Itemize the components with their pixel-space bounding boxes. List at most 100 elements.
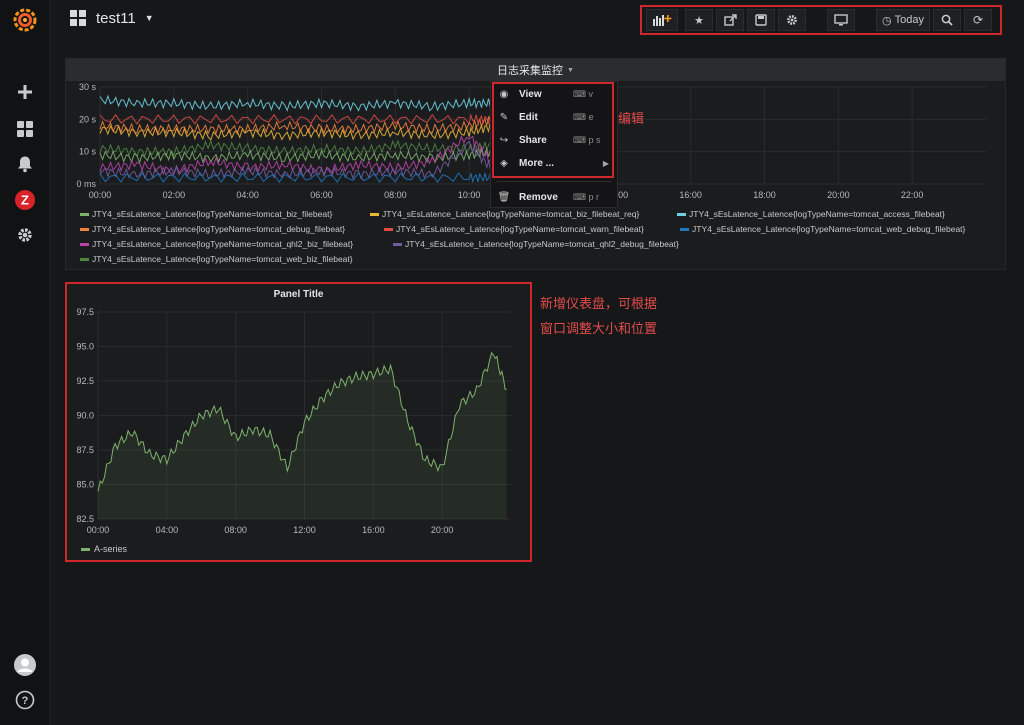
legend-item[interactable]: JTY4_sEsLatence_Latence{logTypeName=tomc…: [370, 209, 639, 219]
y-tick-label: 87.5: [76, 445, 94, 455]
caret-down-icon: ▼: [144, 13, 154, 23]
alerting-bell-icon[interactable]: [0, 152, 49, 176]
time-picker-button[interactable]: ◷ Today: [876, 9, 930, 31]
y-tick-label: 30 s: [79, 82, 97, 92]
legend-swatch: [80, 212, 89, 216]
time-range-label: Today: [894, 14, 924, 26]
y-tick-label: 95.0: [76, 342, 94, 352]
user-avatar-icon[interactable]: [0, 652, 49, 678]
add-panel-button[interactable]: [646, 9, 678, 31]
shortcut-keys: ⌨ p s: [573, 134, 601, 145]
legend-label: JTY4_sEsLatence_Latence{logTypeName=tomc…: [92, 254, 353, 264]
legend-swatch: [677, 212, 686, 216]
y-tick-label: 10 s: [79, 147, 97, 157]
gear-icon[interactable]: [0, 223, 49, 247]
new-panel: Panel Title 82.5 85.0 87.5 90.0 92.5 95.0 97.5…: [65, 282, 532, 562]
add-panel-icon: [653, 15, 672, 26]
top-navbar: test11 ▼ ★ ◷ Today ⟳: [49, 0, 1024, 40]
chevron-right-icon: ▶: [602, 158, 609, 168]
legend-swatch: [370, 212, 379, 216]
legend-item[interactable]: JTY4_sEsLatence_Latence{logTypeName=tomc…: [680, 224, 965, 234]
legend-swatch: [384, 227, 393, 231]
x-tick-label: 06:00: [310, 190, 333, 200]
x-tick-label: 04:00: [236, 190, 259, 200]
star-button[interactable]: ★: [685, 9, 713, 31]
zoom-out-button[interactable]: [932, 9, 961, 31]
x-tick-label: 22:00: [901, 190, 924, 200]
new-panel-annotation-line2: 窗口调整大小和位置: [540, 321, 658, 336]
eye-icon: ◉: [499, 88, 509, 100]
legend-swatch: [80, 227, 89, 231]
panel-context-menu: ◉ View ⌨ v ✎ Edit ⌨ e ↪ Share ⌨ p s ◈ Mo…: [490, 81, 618, 208]
x-tick-label: 16:00: [679, 190, 702, 200]
legend-label: A-series: [94, 544, 128, 554]
monitor-icon: [834, 14, 848, 26]
share-icon: [723, 14, 737, 26]
zabbix-icon[interactable]: Z: [0, 188, 49, 212]
menu-item-share[interactable]: ↪ Share ⌨ p s: [497, 131, 611, 149]
help-icon[interactable]: ?: [0, 688, 49, 712]
shortcut-keys: ⌨ p r: [573, 191, 600, 202]
share-button[interactable]: [716, 9, 744, 31]
y-tick-label: 0 ms: [76, 179, 96, 189]
menu-item-remove[interactable]: 🗑 Remove ⌨ p r: [497, 188, 611, 206]
y-tick-label: 85.0: [76, 480, 94, 490]
dashboards-icon[interactable]: [0, 117, 49, 141]
save-button[interactable]: [747, 9, 775, 31]
legend-label: JTY4_sEsLatence_Latence{logTypeName=tomc…: [382, 209, 640, 219]
x-tick-label: 12:00: [293, 525, 316, 535]
series-line: [99, 139, 495, 158]
legend-item[interactable]: JTY4_sEsLatence_Latence{logTypeName=tomc…: [80, 209, 332, 219]
shortcut-keys: ⌨ e: [573, 111, 594, 122]
x-tick-label: 02:00: [163, 190, 186, 200]
legend-item[interactable]: A-series: [81, 544, 127, 554]
legend-label: JTY4_sEsLatence_Latence{logTypeName=tomc…: [405, 239, 679, 249]
zabbix-letter: Z: [21, 193, 29, 208]
legend-item[interactable]: JTY4_sEsLatence_Latence{logTypeName=tomc…: [80, 254, 353, 264]
y-tick-label: 90.0: [76, 411, 94, 421]
plus-icon[interactable]: [0, 80, 49, 104]
panel-title: 日志采集监控: [497, 65, 564, 77]
menu-item-more[interactable]: ◈ More ... ▶: [497, 154, 611, 172]
dashboard-picker[interactable]: test11 ▼: [69, 9, 154, 27]
x-tick-label: 20:00: [827, 190, 850, 200]
legend-label: JTY4_sEsLatence_Latence{logTypeName=tomc…: [689, 209, 945, 219]
x-tick-label: 18:00: [753, 190, 776, 200]
legend-item[interactable]: JTY4_sEsLatence_Latence{logTypeName=tomc…: [677, 209, 945, 219]
series-area-fill: [98, 352, 507, 519]
save-icon: [755, 14, 767, 26]
legend-item[interactable]: JTY4_sEsLatence_Latence{logTypeName=tomc…: [393, 239, 679, 249]
y-tick-label: 20 s: [79, 114, 97, 124]
edit-icon: ✎: [499, 111, 509, 123]
legend-swatch: [80, 257, 89, 261]
x-tick-label: 20:00: [431, 525, 454, 535]
legend-item[interactable]: JTY4_sEsLatence_Latence{logTypeName=tomc…: [384, 224, 644, 234]
y-tick-label: 82.5: [76, 514, 94, 524]
sidebar: Z ?: [0, 0, 50, 725]
cube-icon: ◈: [500, 157, 508, 169]
legend-swatch: [680, 227, 689, 231]
dashboard-grid-icon: [70, 10, 86, 26]
a-series-chart: 82.5 85.0 87.5 90.0 92.5 95.0 97.5 00:00 04:00 08…: [76, 307, 511, 535]
x-tick-label: 10:00: [458, 190, 481, 200]
legend-label: JTY4_sEsLatence_Latence{logTypeName=tomc…: [92, 239, 354, 249]
legend-label: JTY4_sEsLatence_Latence{logTypeName=tomc…: [92, 209, 333, 219]
legend-item[interactable]: JTY4_sEsLatence_Latence{logTypeName=tomc…: [80, 239, 353, 249]
legend-swatch: [81, 547, 90, 551]
grafana-logo-icon[interactable]: [0, 6, 49, 34]
refresh-button[interactable]: ⟳: [963, 9, 992, 31]
tv-mode-button[interactable]: [827, 9, 855, 31]
x-tick-label: 16:00: [362, 525, 385, 535]
search-zoom-icon: [941, 14, 953, 26]
series-line: [99, 94, 494, 112]
legend-label: JTY4_sEsLatence_Latence{logTypeName=tomc…: [692, 224, 966, 234]
y-tick-label: 92.5: [76, 376, 94, 386]
menu-item-view[interactable]: ◉ View ⌨ v: [497, 85, 611, 103]
settings-button[interactable]: [778, 9, 806, 31]
menu-item-edit[interactable]: ✎ Edit ⌨ e: [497, 108, 611, 126]
legend-swatch: [393, 242, 402, 246]
panel-header[interactable]: 日志采集监控 ▼: [66, 59, 1005, 81]
dashboard-toolbar: ★ ◷ Today ⟳: [640, 5, 1002, 35]
legend-item[interactable]: JTY4_sEsLatence_Latence{logTypeName=tomc…: [80, 224, 345, 234]
x-tick-label: 00:00: [87, 525, 110, 535]
